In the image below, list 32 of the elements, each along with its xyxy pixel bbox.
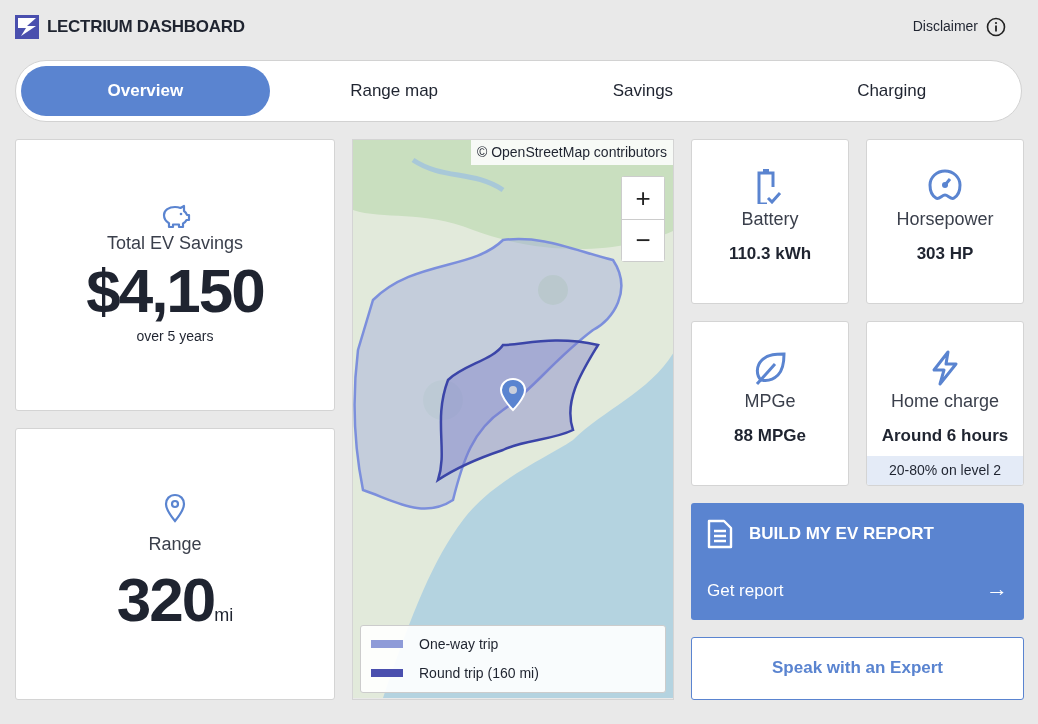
stat-value: 110.3 kWh [728, 242, 812, 265]
stat-label: Battery [741, 207, 799, 231]
zoom-out-button[interactable]: − [622, 218, 664, 261]
savings-value: $4,150 [86, 257, 264, 326]
nav-tab[interactable]: Range map [269, 65, 519, 116]
stat-label: Horsepower [896, 207, 994, 231]
expert-button[interactable]: Speak with an Expert [691, 636, 1024, 700]
document-icon [707, 518, 733, 549]
stat-label: Home charge [890, 389, 1000, 413]
location-pin-icon [163, 492, 187, 523]
savings-label: Total EV Savings [106, 232, 244, 256]
map-pin-icon [500, 377, 526, 412]
stat-label: MPGe [744, 389, 796, 413]
map-attribution: © OpenStreetMap contributors [470, 139, 673, 165]
range-label: Range [148, 532, 202, 556]
stat-note: 20-80% on level 2 [867, 455, 1023, 485]
legend-label: One-way trip [419, 634, 499, 654]
nav-tab[interactable]: Savings [518, 65, 768, 116]
legend-label: Round trip (160 mi) [419, 663, 539, 683]
nav-tab[interactable]: Charging [767, 65, 1016, 116]
stat-value: 88 MPGe [734, 424, 806, 447]
report-button[interactable]: BUILD MY EV REPORT Get report → [691, 502, 1024, 620]
savings-period: over 5 years [136, 326, 214, 346]
disclaimer-link[interactable]: Disclaimer [912, 16, 978, 38]
nav-tab[interactable]: Overview [21, 65, 270, 116]
info-icon[interactable] [986, 16, 1006, 37]
range-unit: mi [214, 604, 234, 627]
app-title: LECTRIUM DASHBOARD [47, 16, 245, 38]
logo-icon [15, 14, 39, 39]
stat-value: 303 HP [916, 242, 974, 265]
range-value: 320 [116, 565, 215, 635]
stat-value: Around 6 hours [881, 424, 1009, 447]
